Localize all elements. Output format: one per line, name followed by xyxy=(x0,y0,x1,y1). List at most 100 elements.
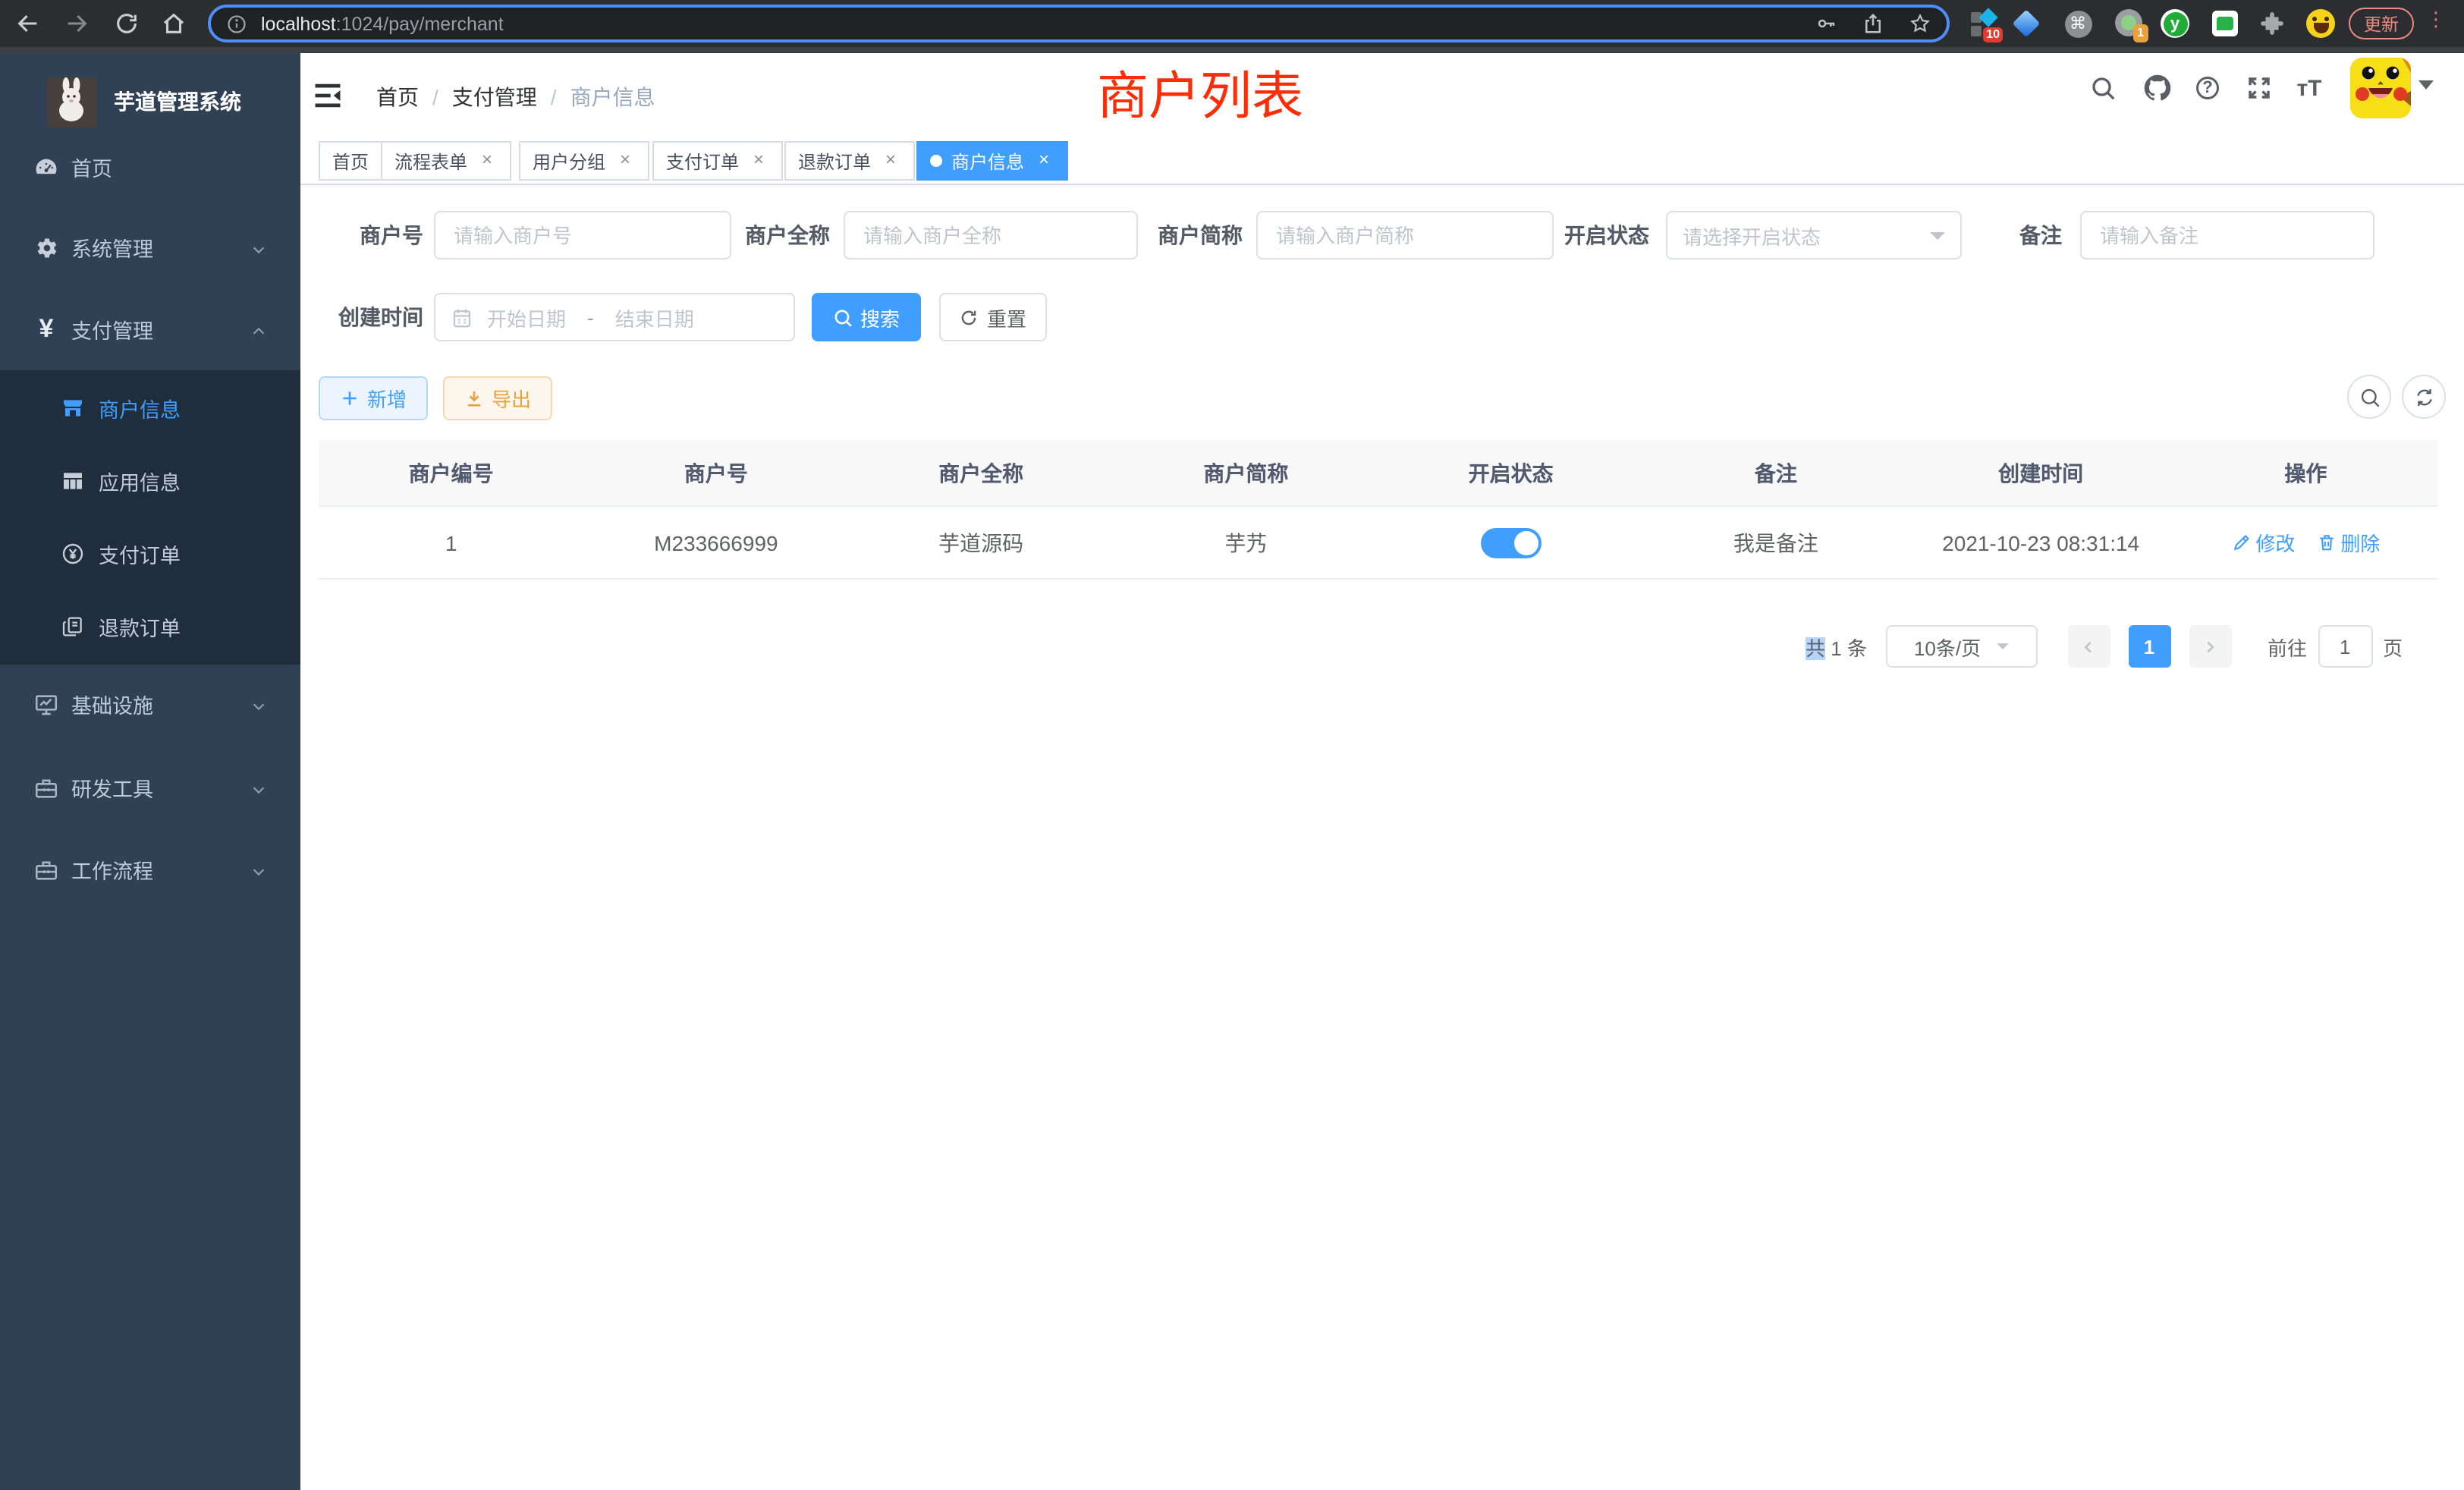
browser-forward-button[interactable] xyxy=(58,5,94,41)
app-title: 芋道管理系统 xyxy=(114,86,241,117)
site-info-icon[interactable] xyxy=(226,13,247,34)
refresh-table-button[interactable] xyxy=(2402,375,2446,419)
select-caret-icon xyxy=(1996,643,2008,649)
browser-reload-button[interactable] xyxy=(108,5,144,41)
tab-close-icon[interactable]: × xyxy=(476,150,498,171)
export-button[interactable]: 导出 xyxy=(443,376,552,420)
browser-home-button[interactable] xyxy=(155,5,191,41)
col-header-actions: 操作 xyxy=(2173,440,2438,505)
page-size-select[interactable]: 10条/页 xyxy=(1885,625,2037,668)
url-host: localhost xyxy=(261,13,336,34)
delete-link[interactable]: 删除 xyxy=(2316,528,2380,557)
sidebar-item-label: 支付管理 xyxy=(71,314,153,344)
tab-close-icon[interactable]: × xyxy=(880,150,901,171)
create-time-range-picker[interactable]: 开始日期 - 结束日期 xyxy=(434,293,795,341)
app-header: 首页 / 支付管理 / 商户信息 商户列表 ? тT xyxy=(300,53,2464,137)
tab-label: 商户信息 xyxy=(951,148,1024,174)
filter-label-remark: 备注 xyxy=(1921,211,2062,259)
prev-page-button[interactable] xyxy=(2067,625,2110,668)
url-path: :1024/pay/merchant xyxy=(336,13,504,34)
tags-view-bar: 首页 流程表单 × 用户分组 × 支付订单 × 退款订单 × 商户信息 × xyxy=(300,137,2464,185)
breadcrumb-home[interactable]: 首页 xyxy=(376,82,419,112)
extension-icon-y[interactable]: y xyxy=(2161,9,2189,38)
total-suffix: 条 xyxy=(1847,637,1867,659)
extension-icon-command[interactable]: ⌘ xyxy=(2063,9,2092,38)
sidebar-item-pay[interactable]: ¥ 支付管理 xyxy=(0,288,300,370)
sidebar-item-system[interactable]: 系统管理 xyxy=(0,206,300,288)
extension-icon-chat[interactable] xyxy=(2211,9,2239,38)
dashboard-icon xyxy=(33,154,59,180)
submenu-item-app-info[interactable]: 应用信息 xyxy=(0,445,300,517)
extension-icon-emoji[interactable] xyxy=(2306,9,2335,38)
delete-link-label: 删除 xyxy=(2340,528,2380,557)
extension-icon-tabs[interactable]: 10 xyxy=(1969,9,1998,38)
github-icon[interactable] xyxy=(2142,73,2173,103)
tab-merchant-info[interactable]: 商户信息 × xyxy=(916,141,1068,181)
breadcrumb: 首页 / 支付管理 / 商户信息 xyxy=(376,82,655,112)
search-button[interactable]: 搜索 xyxy=(812,293,921,341)
tab-user-group[interactable]: 用户分组 × xyxy=(519,141,649,181)
browser-menu-button[interactable]: ⋮ xyxy=(2426,8,2441,32)
tab-close-icon[interactable]: × xyxy=(748,150,769,171)
next-page-button[interactable] xyxy=(2189,625,2231,668)
chevron-down-icon xyxy=(250,861,267,878)
sidebar-item-home[interactable]: 首页 xyxy=(0,126,300,208)
tab-close-icon[interactable]: × xyxy=(1033,150,1054,171)
extensions-puzzle-icon[interactable] xyxy=(2258,9,2286,38)
extension-icon-gem[interactable] xyxy=(2012,9,2041,38)
extension-icon-recorder[interactable]: 1 xyxy=(2115,9,2144,38)
help-icon[interactable]: ? xyxy=(2192,73,2223,103)
merchant-no-input[interactable] xyxy=(434,211,731,259)
sidebar-fold-button[interactable] xyxy=(311,79,344,112)
pagination-total: 共 1 条 xyxy=(1806,632,1867,661)
reset-button[interactable]: 重置 xyxy=(939,293,1047,341)
submenu-item-pay-order[interactable]: 支付订单 xyxy=(0,517,300,590)
start-date-placeholder: 开始日期 xyxy=(487,303,566,332)
sidebar-item-infrastructure[interactable]: 基础设施 xyxy=(0,663,300,745)
avatar[interactable] xyxy=(2350,58,2411,118)
header-search-icon[interactable] xyxy=(2088,73,2118,103)
sidebar-item-dev-tools[interactable]: 研发工具 xyxy=(0,747,300,828)
status-toggle[interactable] xyxy=(1481,527,1542,558)
tab-process-form[interactable]: 流程表单 × xyxy=(381,141,511,181)
store-icon xyxy=(61,396,85,420)
goto-page-input[interactable] xyxy=(2318,625,2372,668)
col-header-short-name: 商户简称 xyxy=(1114,440,1378,505)
toolbox-icon xyxy=(33,857,59,882)
avatar-dropdown-caret[interactable] xyxy=(2418,80,2434,90)
remark-input[interactable] xyxy=(2080,211,2374,259)
browser-back-button[interactable] xyxy=(9,5,46,41)
reload-icon xyxy=(113,10,139,36)
submenu-item-merchant-info[interactable]: 商户信息 xyxy=(0,372,300,445)
chevron-up-icon xyxy=(250,321,267,338)
page-number-button[interactable]: 1 xyxy=(2128,625,2170,668)
status-select-placeholder: 请选择开启状态 xyxy=(1683,221,1821,250)
full-name-input[interactable] xyxy=(844,211,1138,259)
breadcrumb-pay[interactable]: 支付管理 xyxy=(452,82,537,112)
bookmark-star-icon[interactable] xyxy=(1909,12,1931,35)
fullscreen-icon[interactable] xyxy=(2244,73,2274,103)
tab-refund-order[interactable]: 退款订单 × xyxy=(784,141,915,181)
share-icon[interactable] xyxy=(1862,12,1884,35)
add-button[interactable]: 新增 xyxy=(319,376,428,420)
tab-home[interactable]: 首页 xyxy=(319,141,382,181)
submenu-item-label: 退款订单 xyxy=(99,611,181,642)
cell-created: 2021-10-23 08:31:14 xyxy=(1909,507,2173,578)
url-bar[interactable]: localhost:1024/pay/merchant xyxy=(208,5,1950,42)
submenu-item-refund-order[interactable]: 退款订单 xyxy=(0,590,300,663)
password-key-icon[interactable] xyxy=(1815,12,1837,35)
status-select[interactable]: 请选择开启状态 xyxy=(1666,211,1962,259)
show-search-toggle-button[interactable] xyxy=(2347,375,2391,419)
sidebar-item-workflow[interactable]: 工作流程 xyxy=(0,828,300,910)
sidebar-logo-row[interactable]: 芋道管理系统 xyxy=(0,68,300,135)
font-size-icon[interactable]: тT xyxy=(2294,73,2324,103)
filter-label-status: 开启状态 xyxy=(1508,211,1649,259)
home-icon xyxy=(160,10,186,36)
tab-label: 退款订单 xyxy=(798,148,871,174)
tab-close-icon[interactable]: × xyxy=(614,150,636,171)
edit-link-label: 修改 xyxy=(2255,528,2295,557)
breadcrumb-separator: / xyxy=(551,85,557,109)
edit-link[interactable]: 修改 xyxy=(2231,528,2295,557)
tab-pay-order[interactable]: 支付订单 × xyxy=(652,141,783,181)
browser-update-button[interactable]: 更新 xyxy=(2349,8,2414,39)
